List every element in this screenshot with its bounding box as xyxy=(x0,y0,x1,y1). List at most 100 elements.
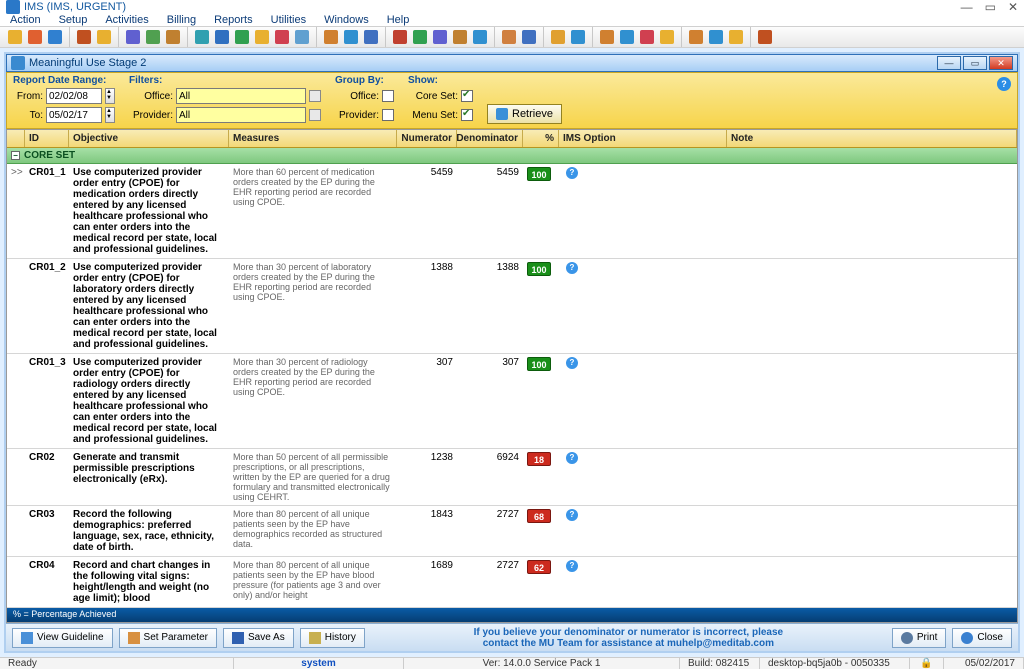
view-guideline-button[interactable]: View Guideline xyxy=(12,628,113,648)
table-row[interactable]: CR01_2Use computerized provider order en… xyxy=(7,259,1017,354)
menu-utilities[interactable]: Utilities xyxy=(271,14,306,26)
toolbar-button[interactable] xyxy=(756,28,774,46)
toolbar-button[interactable] xyxy=(26,28,44,46)
info-icon[interactable]: ? xyxy=(566,560,578,572)
menu-activities[interactable]: Activities xyxy=(105,14,148,26)
menu-windows[interactable]: Windows xyxy=(324,14,369,26)
toolbar-button[interactable] xyxy=(638,28,656,46)
col-objective: Objective xyxy=(69,130,229,147)
toolbar-icon xyxy=(709,30,723,44)
office-picker-icon[interactable] xyxy=(309,90,321,102)
toolbar-button[interactable] xyxy=(164,28,182,46)
table-row[interactable]: CR03Record the following demographics: p… xyxy=(7,506,1017,557)
toolbar-button[interactable] xyxy=(144,28,162,46)
retrieve-button[interactable]: Retrieve xyxy=(487,104,562,124)
menu-setup[interactable]: Setup xyxy=(59,14,88,26)
print-icon xyxy=(901,632,913,644)
toolbar-button[interactable] xyxy=(500,28,518,46)
toolbar-button[interactable] xyxy=(391,28,409,46)
toolbar-button[interactable] xyxy=(618,28,636,46)
toolbar-button[interactable] xyxy=(95,28,113,46)
toolbar-button[interactable] xyxy=(727,28,745,46)
to-date-input[interactable] xyxy=(46,107,102,123)
toolbar-button[interactable] xyxy=(322,28,340,46)
toolbar-button[interactable] xyxy=(520,28,538,46)
show-group: Show: Core Set: ✔ Menu Set: ✔ xyxy=(408,75,473,124)
toolbar-button[interactable] xyxy=(124,28,142,46)
app-title: IMS (IMS, URGENT) xyxy=(24,1,961,13)
toolbar-button[interactable] xyxy=(451,28,469,46)
toolbar-button[interactable] xyxy=(687,28,705,46)
menu-action[interactable]: Action xyxy=(10,14,41,26)
toolbar-button[interactable] xyxy=(75,28,93,46)
toolbar-icon xyxy=(660,30,674,44)
close-inner-button[interactable]: Close xyxy=(952,628,1012,648)
menu-reports[interactable]: Reports xyxy=(214,14,253,26)
provider-picker-icon[interactable] xyxy=(309,109,321,121)
toolbar-button[interactable] xyxy=(431,28,449,46)
group-header-label: CORE SET xyxy=(24,150,75,161)
from-date-spinner[interactable]: ▲▼ xyxy=(105,88,115,104)
info-icon[interactable]: ? xyxy=(566,262,578,274)
toolbar-icon xyxy=(453,30,467,44)
toolbar-icon xyxy=(393,30,407,44)
table-row[interactable]: CR04Record and chart changes in the foll… xyxy=(7,557,1017,608)
toolbar-button[interactable] xyxy=(213,28,231,46)
toolbar-button[interactable] xyxy=(411,28,429,46)
toolbar-icon xyxy=(502,30,516,44)
table-row[interactable]: CR01_3Use computerized provider order en… xyxy=(7,354,1017,449)
group-header-row[interactable]: −CORE SET xyxy=(7,148,1017,164)
bottom-toolbar: View Guideline Set Parameter Save As His… xyxy=(6,623,1018,651)
help-icon[interactable]: ? xyxy=(997,77,1011,91)
toolbar-button[interactable] xyxy=(293,28,311,46)
status-desktop: desktop-bq5ja0b - 0050335 xyxy=(760,658,910,669)
toolbar-icon xyxy=(551,30,565,44)
toolbar-button[interactable] xyxy=(46,28,64,46)
toolbar-button[interactable] xyxy=(362,28,380,46)
menu-billing[interactable]: Billing xyxy=(167,14,196,26)
toolbar-button[interactable] xyxy=(193,28,211,46)
from-date-input[interactable] xyxy=(46,88,102,104)
show-menu-checkbox[interactable]: ✔ xyxy=(461,109,473,121)
toolbar-button[interactable] xyxy=(598,28,616,46)
toolbar-button[interactable] xyxy=(342,28,360,46)
info-icon[interactable]: ? xyxy=(566,167,578,179)
collapse-icon[interactable]: − xyxy=(11,151,20,160)
save-as-button[interactable]: Save As xyxy=(223,628,294,648)
to-date-spinner[interactable]: ▲▼ xyxy=(105,107,115,123)
menu-help[interactable]: Help xyxy=(387,14,410,26)
toolbar-button[interactable] xyxy=(233,28,251,46)
show-core-checkbox[interactable]: ✔ xyxy=(461,90,473,102)
inner-maximize-button[interactable]: ▭ xyxy=(963,56,987,70)
group-provider-checkbox[interactable] xyxy=(382,109,394,121)
toolbar-button[interactable] xyxy=(253,28,271,46)
minimize-button[interactable]: — xyxy=(961,0,973,14)
toolbar-button[interactable] xyxy=(707,28,725,46)
table-row[interactable]: >>CR01_1Use computerized provider order … xyxy=(7,164,1017,259)
toolbar-button[interactable] xyxy=(273,28,291,46)
inner-minimize-button[interactable]: — xyxy=(937,56,961,70)
info-icon[interactable]: ? xyxy=(566,509,578,521)
group-provider-label: Provider: xyxy=(335,110,379,121)
group-office-checkbox[interactable] xyxy=(382,90,394,102)
toolbar-button[interactable] xyxy=(569,28,587,46)
table-row[interactable]: CR02Generate and transmit permissible pr… xyxy=(7,449,1017,506)
toolbar-button[interactable] xyxy=(549,28,567,46)
print-button[interactable]: Print xyxy=(892,628,947,648)
toolbar-icon xyxy=(344,30,358,44)
info-icon[interactable]: ? xyxy=(566,452,578,464)
grid-body[interactable]: −CORE SET>>CR01_1Use computerized provid… xyxy=(7,148,1017,608)
provider-filter-input[interactable] xyxy=(176,107,306,123)
toolbar-button[interactable] xyxy=(658,28,676,46)
outer-titlebar: IMS (IMS, URGENT) — ▭ ✕ xyxy=(0,0,1024,14)
history-button[interactable]: History xyxy=(300,628,365,648)
maximize-button[interactable]: ▭ xyxy=(985,0,996,14)
close-button[interactable]: ✕ xyxy=(1008,0,1018,14)
toolbar-button[interactable] xyxy=(6,28,24,46)
set-parameter-button[interactable]: Set Parameter xyxy=(119,628,217,648)
group-by-group: Group By: Office: Provider: xyxy=(335,75,394,124)
office-filter-input[interactable] xyxy=(176,88,306,104)
inner-close-button[interactable]: ✕ xyxy=(989,56,1013,70)
info-icon[interactable]: ? xyxy=(566,357,578,369)
toolbar-button[interactable] xyxy=(471,28,489,46)
